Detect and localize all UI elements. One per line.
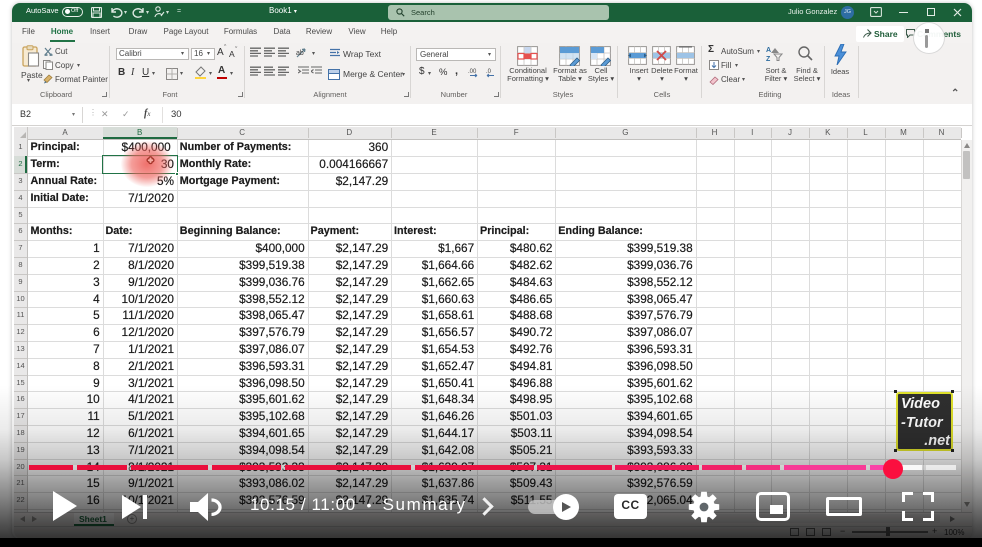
svg-text:A: A	[766, 47, 771, 54]
svg-text:Z: Z	[766, 56, 771, 62]
svg-text:ab: ab	[296, 50, 304, 57]
